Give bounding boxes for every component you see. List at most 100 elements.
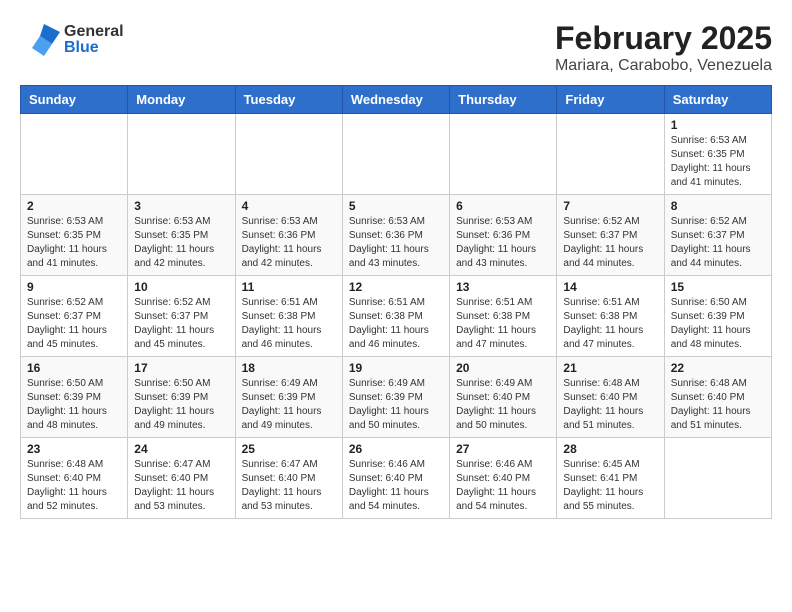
page-header: General Blue February 2025 Mariara, Cara… xyxy=(20,20,772,75)
day-info: Sunrise: 6:46 AM Sunset: 6:40 PM Dayligh… xyxy=(349,458,443,514)
table-row: 24 Sunrise: 6:47 AM Sunset: 6:40 PM Dayli… xyxy=(128,438,235,519)
table-row: 8 Sunrise: 6:52 AM Sunset: 6:37 PM Daylig… xyxy=(664,195,771,276)
day-number: 24 xyxy=(134,442,228,456)
table-row: 10Sunrise: 6:52 AM Sunset: 6:37 PM Dayli… xyxy=(128,276,235,357)
logo-icon xyxy=(20,20,60,60)
day-info: Sunrise: 6:50 AM Sunset: 6:39 PM Dayligh… xyxy=(27,377,121,433)
table-row: 9 Sunrise: 6:52 AM Sunset: 6:37 PM Daylig… xyxy=(21,276,128,357)
day-number: 23 xyxy=(27,442,121,456)
day-info: Sunrise: 6:51 AM Sunset: 6:38 PM Dayligh… xyxy=(563,296,657,352)
calendar-week-row: 2 Sunrise: 6:53 AM Sunset: 6:35 PM Daylig… xyxy=(21,195,772,276)
table-row: 3 Sunrise: 6:53 AM Sunset: 6:35 PM Daylig… xyxy=(128,195,235,276)
day-info: Sunrise: 6:48 AM Sunset: 6:40 PM Dayligh… xyxy=(27,458,121,514)
day-info: Sunrise: 6:50 AM Sunset: 6:39 PM Dayligh… xyxy=(134,377,228,433)
logo-blue: Blue xyxy=(64,40,124,56)
day-info: Sunrise: 6:53 AM Sunset: 6:36 PM Dayligh… xyxy=(456,215,550,271)
table-row: 19 Sunrise: 6:49 AM Sunset: 6:39 PM Dayli… xyxy=(342,357,449,438)
day-number: 27 xyxy=(456,442,550,456)
day-info: Sunrise: 6:53 AM Sunset: 6:35 PM Dayligh… xyxy=(27,215,121,271)
day-number: 7 xyxy=(563,199,657,213)
day-number: 21 xyxy=(563,361,657,375)
table-row xyxy=(450,114,557,195)
table-row xyxy=(557,114,664,195)
table-row: 26 Sunrise: 6:46 AM Sunset: 6:40 PM Dayli… xyxy=(342,438,449,519)
calendar-week-row: 16 Sunrise: 6:50 AM Sunset: 6:39 PM Dayli… xyxy=(21,357,772,438)
month-year-title: February 2025 xyxy=(555,20,772,57)
table-row: 25Sunrise: 6:47 AM Sunset: 6:40 PM Dayli… xyxy=(235,438,342,519)
day-info: Sunrise: 6:53 AM Sunset: 6:35 PM Dayligh… xyxy=(671,134,765,190)
day-info: Sunrise: 6:52 AM Sunset: 6:37 PM Dayligh… xyxy=(27,296,121,352)
day-info: Sunrise: 6:53 AM Sunset: 6:36 PM Dayligh… xyxy=(242,215,336,271)
header-friday: Friday xyxy=(557,86,664,114)
calendar-week-row: 9 Sunrise: 6:52 AM Sunset: 6:37 PM Daylig… xyxy=(21,276,772,357)
day-number: 26 xyxy=(349,442,443,456)
day-number: 25 xyxy=(242,442,336,456)
logo-general: General xyxy=(64,24,124,40)
day-number: 6 xyxy=(456,199,550,213)
day-number: 9 xyxy=(27,280,121,294)
table-row xyxy=(128,114,235,195)
day-info: Sunrise: 6:51 AM Sunset: 6:38 PM Dayligh… xyxy=(349,296,443,352)
day-info: Sunrise: 6:52 AM Sunset: 6:37 PM Dayligh… xyxy=(671,215,765,271)
day-number: 18 xyxy=(242,361,336,375)
table-row xyxy=(235,114,342,195)
location-subtitle: Mariara, Carabobo, Venezuela xyxy=(555,57,772,75)
table-row xyxy=(21,114,128,195)
table-row: 18Sunrise: 6:49 AM Sunset: 6:39 PM Dayli… xyxy=(235,357,342,438)
day-number: 19 xyxy=(349,361,443,375)
day-number: 1 xyxy=(671,118,765,132)
table-row: 23 Sunrise: 6:48 AM Sunset: 6:40 PM Dayli… xyxy=(21,438,128,519)
day-info: Sunrise: 6:47 AM Sunset: 6:40 PM Dayligh… xyxy=(134,458,228,514)
day-info: Sunrise: 6:51 AM Sunset: 6:38 PM Dayligh… xyxy=(242,296,336,352)
day-number: 2 xyxy=(27,199,121,213)
table-row: 12 Sunrise: 6:51 AM Sunset: 6:38 PM Dayli… xyxy=(342,276,449,357)
header-wednesday: Wednesday xyxy=(342,86,449,114)
day-number: 5 xyxy=(349,199,443,213)
table-row: 21Sunrise: 6:48 AM Sunset: 6:40 PM Dayli… xyxy=(557,357,664,438)
header-tuesday: Tuesday xyxy=(235,86,342,114)
day-info: Sunrise: 6:52 AM Sunset: 6:37 PM Dayligh… xyxy=(563,215,657,271)
day-info: Sunrise: 6:45 AM Sunset: 6:41 PM Dayligh… xyxy=(563,458,657,514)
logo-words: General Blue xyxy=(64,24,124,56)
table-row: 11Sunrise: 6:51 AM Sunset: 6:38 PM Dayli… xyxy=(235,276,342,357)
day-info: Sunrise: 6:50 AM Sunset: 6:39 PM Dayligh… xyxy=(671,296,765,352)
calendar-week-row: 1 Sunrise: 6:53 AM Sunset: 6:35 PM Daylig… xyxy=(21,114,772,195)
table-row: 28 Sunrise: 6:45 AM Sunset: 6:41 PM Dayli… xyxy=(557,438,664,519)
day-number: 4 xyxy=(242,199,336,213)
table-row: 15 Sunrise: 6:50 AM Sunset: 6:39 PM Dayli… xyxy=(664,276,771,357)
day-number: 10 xyxy=(134,280,228,294)
day-number: 22 xyxy=(671,361,765,375)
day-number: 13 xyxy=(456,280,550,294)
day-info: Sunrise: 6:53 AM Sunset: 6:36 PM Dayligh… xyxy=(349,215,443,271)
day-number: 16 xyxy=(27,361,121,375)
table-row xyxy=(664,438,771,519)
day-number: 17 xyxy=(134,361,228,375)
day-number: 20 xyxy=(456,361,550,375)
calendar-table: Sunday Monday Tuesday Wednesday Thursday… xyxy=(20,85,772,519)
day-number: 8 xyxy=(671,199,765,213)
header-thursday: Thursday xyxy=(450,86,557,114)
table-row: 13 Sunrise: 6:51 AM Sunset: 6:38 PM Dayli… xyxy=(450,276,557,357)
day-number: 28 xyxy=(563,442,657,456)
day-info: Sunrise: 6:51 AM Sunset: 6:38 PM Dayligh… xyxy=(456,296,550,352)
day-info: Sunrise: 6:53 AM Sunset: 6:35 PM Dayligh… xyxy=(134,215,228,271)
table-row: 5 Sunrise: 6:53 AM Sunset: 6:36 PM Daylig… xyxy=(342,195,449,276)
table-row: 6 Sunrise: 6:53 AM Sunset: 6:36 PM Daylig… xyxy=(450,195,557,276)
calendar-header-row: Sunday Monday Tuesday Wednesday Thursday… xyxy=(21,86,772,114)
day-number: 14 xyxy=(563,280,657,294)
day-info: Sunrise: 6:48 AM Sunset: 6:40 PM Dayligh… xyxy=(671,377,765,433)
table-row: 1 Sunrise: 6:53 AM Sunset: 6:35 PM Daylig… xyxy=(664,114,771,195)
header-saturday: Saturday xyxy=(664,86,771,114)
table-row: 17 Sunrise: 6:50 AM Sunset: 6:39 PM Dayli… xyxy=(128,357,235,438)
day-number: 12 xyxy=(349,280,443,294)
table-row: 22 Sunrise: 6:48 AM Sunset: 6:40 PM Dayli… xyxy=(664,357,771,438)
day-number: 15 xyxy=(671,280,765,294)
table-row: 16 Sunrise: 6:50 AM Sunset: 6:39 PM Dayli… xyxy=(21,357,128,438)
day-info: Sunrise: 6:49 AM Sunset: 6:39 PM Dayligh… xyxy=(349,377,443,433)
table-row: 14 Sunrise: 6:51 AM Sunset: 6:38 PM Dayli… xyxy=(557,276,664,357)
calendar-week-row: 23 Sunrise: 6:48 AM Sunset: 6:40 PM Dayli… xyxy=(21,438,772,519)
day-number: 3 xyxy=(134,199,228,213)
header-monday: Monday xyxy=(128,86,235,114)
table-row: 20Sunrise: 6:49 AM Sunset: 6:40 PM Dayli… xyxy=(450,357,557,438)
day-info: Sunrise: 6:46 AM Sunset: 6:40 PM Dayligh… xyxy=(456,458,550,514)
